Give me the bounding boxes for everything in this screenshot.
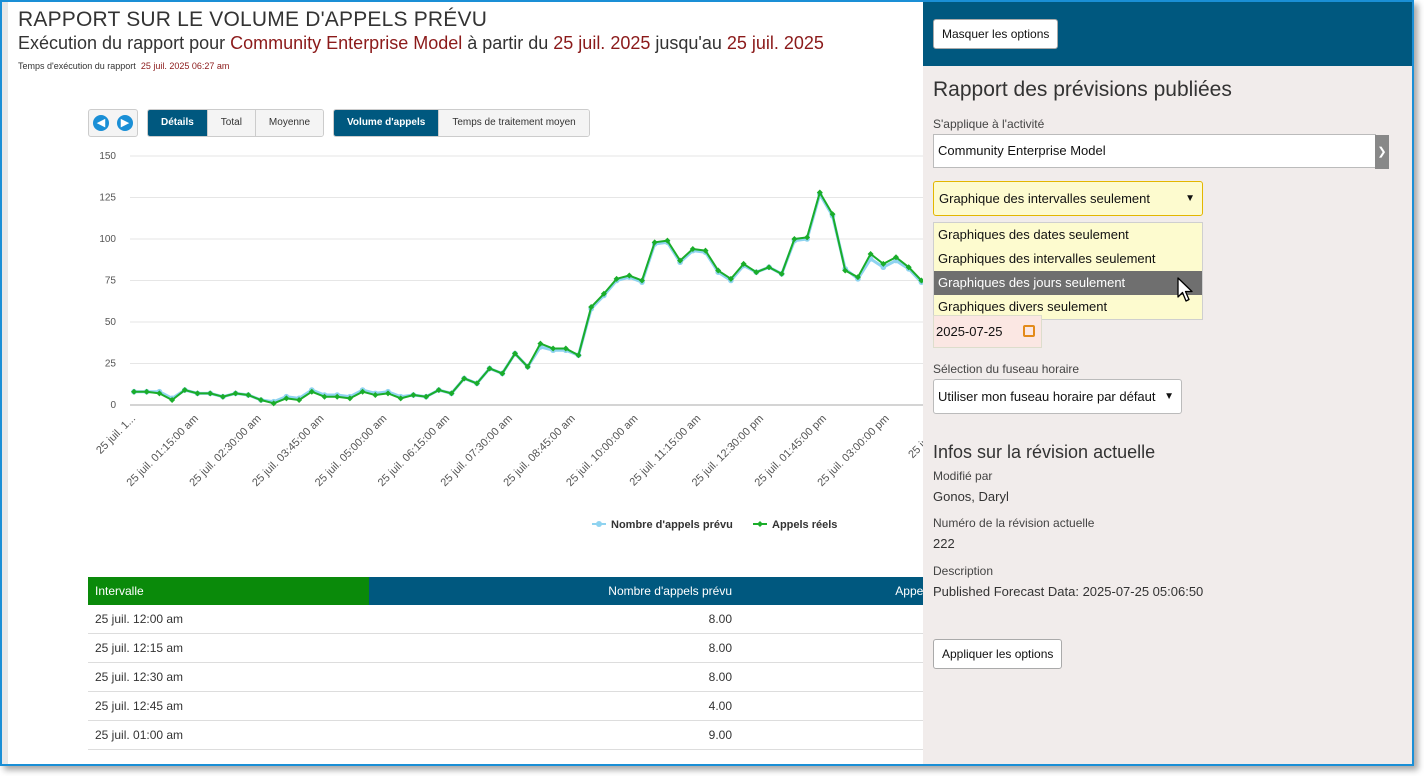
interval-table: Intervalle Nombre d'appels prévu Appels …: [88, 577, 925, 750]
description-value: Published Forecast Data: 2025-07-25 05:0…: [933, 584, 1204, 599]
exec-label: Temps d'exécution du rapport: [18, 61, 136, 71]
calendar-icon[interactable]: [1023, 325, 1035, 337]
arrow-right-icon[interactable]: ▶: [117, 115, 133, 131]
y-tick-label: 150: [99, 151, 116, 162]
report-main: RAPPORT SUR LE VOLUME D'APPELS PRÉVU Exé…: [8, 2, 925, 764]
average-button[interactable]: Moyenne: [255, 110, 324, 136]
table-row: 25 juil. 12:30 am 8.00: [88, 663, 925, 692]
details-button[interactable]: Détails: [148, 110, 208, 136]
total-button[interactable]: Total: [207, 110, 256, 136]
date-input[interactable]: 2025-07-25: [933, 315, 1042, 348]
y-tick-label: 25: [105, 359, 117, 370]
revision-title: Infos sur la révision actuelle: [933, 442, 1156, 462]
legend-actual-label: Appels réels: [772, 519, 837, 531]
x-tick-label: 25 juil. 03:00:00 pm: [815, 413, 891, 489]
legend-actual-marker: [757, 521, 763, 527]
y-tick-label: 75: [105, 276, 117, 287]
actual-series-line: [134, 191, 925, 405]
y-tick-label: 50: [105, 317, 117, 328]
mouse-cursor-icon: [1177, 277, 1193, 302]
view-button-group: Détails Total Moyenne: [147, 109, 325, 137]
actual-point: [232, 390, 239, 397]
actual-point: [207, 390, 214, 397]
row-interval: 25 juil. 12:15 am: [95, 641, 184, 655]
exec-time-line: Temps d'exécution du rapport 25 juil. 20…: [18, 61, 229, 71]
call-volume-chart: 025507510012515025 juil. 1...25 juil. 01…: [94, 151, 925, 531]
actual-point: [219, 393, 226, 400]
hide-options-button[interactable]: Masquer les options: [933, 19, 1059, 49]
table-row: 25 juil. 12:45 am 4.00: [88, 692, 925, 721]
table-header: Intervalle Nombre d'appels prévu Appels: [88, 577, 925, 605]
options-panel: Masquer les options Rapport des prévisio…: [923, 2, 1412, 764]
revision-label: Numéro de la révision actuelle: [933, 516, 1095, 530]
actual-point: [143, 388, 150, 395]
panel-header: Masquer les options: [923, 2, 1412, 66]
exec-time: 25 juil. 2025 06:27 am: [140, 61, 230, 71]
y-tick-label: 125: [99, 193, 116, 204]
report-subtitle: Exécution du rapport pour Community Ente…: [18, 33, 824, 54]
chart-type-select[interactable]: Graphique des intervalles seulement ▼: [933, 181, 1203, 216]
row-forecast: 9.00: [708, 728, 732, 742]
call-volume-button[interactable]: Volume d'appels: [334, 110, 440, 136]
chevron-down-icon: ▼: [1185, 193, 1195, 204]
row-interval: 25 juil. 12:45 am: [95, 699, 184, 713]
apply-options-button[interactable]: Appliquer les options: [933, 639, 1063, 669]
arrow-left-icon[interactable]: ◀: [93, 115, 109, 131]
option-days[interactable]: Graphiques des jours seulement: [934, 271, 1202, 295]
date-value: 2025-07-25: [936, 324, 1003, 339]
option-intervals[interactable]: Graphiques des intervalles seulement: [934, 247, 1202, 271]
chart-type-dropdown: Graphiques des dates seulement Graphique…: [933, 222, 1203, 320]
subtitle-start-date: 25 juil. 2025: [553, 33, 651, 53]
subtitle-until: jusqu'au: [650, 33, 727, 53]
subtitle-mid: à partir du: [462, 33, 554, 53]
y-tick-label: 100: [99, 234, 116, 245]
x-tick-label: 25 juil. 1...: [94, 413, 138, 457]
revision-value: 222: [933, 536, 955, 551]
header-forecast[interactable]: Nombre d'appels prévu: [369, 577, 738, 605]
panel-title: Rapport des prévisions publiées: [933, 78, 1232, 101]
header-actual[interactable]: Appels: [738, 577, 925, 605]
row-forecast: 4.00: [708, 699, 732, 713]
actual-point: [131, 388, 137, 395]
modified-by-label: Modifié par: [933, 469, 993, 483]
table-row: 25 juil. 12:15 am 8.00: [88, 634, 925, 663]
metric-button-group: Volume d'appels Temps de traitement moye…: [333, 109, 590, 137]
row-interval: 25 juil. 12:30 am: [95, 670, 184, 684]
chart-nav-group: ◀ ▶: [88, 109, 138, 137]
chevron-down-icon: ▼: [1164, 391, 1174, 402]
table-row: 25 juil. 12:00 am 8.00: [88, 605, 925, 634]
legend-forecast-label: Nombre d'appels prévu: [611, 519, 733, 531]
y-tick-label: 0: [110, 400, 116, 411]
actual-point: [410, 392, 417, 399]
row-forecast: 8.00: [708, 670, 732, 684]
row-interval: 25 juil. 12:00 am: [95, 612, 184, 626]
subtitle-end-date: 25 juil. 2025: [726, 33, 824, 53]
subtitle-prefix: Exécution du rapport pour: [18, 33, 231, 53]
forecast-series-line: [134, 192, 925, 404]
activity-value: Community Enterprise Model: [938, 143, 1106, 158]
actual-point: [194, 390, 201, 397]
description-label: Description: [933, 564, 994, 578]
modified-by-value: Gonos, Daryl: [933, 489, 1009, 504]
app-window: RAPPORT SUR LE VOLUME D'APPELS PRÉVU Exé…: [0, 0, 1414, 766]
timezone-label: Sélection du fuseau horaire: [933, 362, 1080, 376]
report-title: RAPPORT SUR LE VOLUME D'APPELS PRÉVU: [18, 8, 488, 31]
chart-type-value: Graphique des intervalles seulement: [939, 191, 1151, 206]
table-body: 25 juil. 12:00 am 8.00 25 juil. 12:15 am 8.…: [88, 605, 925, 750]
aht-button[interactable]: Temps de traitement moyen: [439, 110, 589, 136]
activity-label: S'applique à l'activité: [933, 117, 1045, 131]
timezone-select[interactable]: Utiliser mon fuseau horaire par défaut ▼: [933, 379, 1182, 414]
chevron-down-icon[interactable]: ❯: [1375, 135, 1389, 169]
subtitle-activity: Community Enterprise Model: [230, 33, 463, 53]
row-interval: 25 juil. 01:00 am: [95, 728, 184, 742]
row-forecast: 8.00: [708, 612, 732, 626]
legend-forecast-marker: [596, 521, 602, 527]
activity-select[interactable]: Community Enterprise Model ❯: [933, 134, 1389, 169]
option-dates[interactable]: Graphiques des dates seulement: [934, 223, 1202, 247]
timezone-value: Utiliser mon fuseau horaire par défaut: [938, 389, 1156, 404]
table-row: 25 juil. 01:00 am 9.00: [88, 721, 925, 750]
row-forecast: 8.00: [708, 641, 732, 655]
header-interval[interactable]: Intervalle: [88, 577, 369, 605]
